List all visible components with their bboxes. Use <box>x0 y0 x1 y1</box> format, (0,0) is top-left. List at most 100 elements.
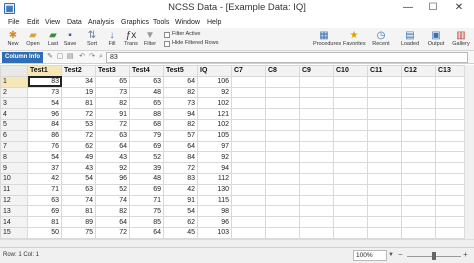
grid-cell[interactable]: 79 <box>129 129 164 142</box>
grid-cell[interactable] <box>231 151 266 164</box>
grid-cell[interactable]: 74 <box>61 194 96 207</box>
grid-cell[interactable] <box>299 205 334 218</box>
cell-value-input[interactable]: 83 <box>106 52 468 63</box>
grid-cell[interactable] <box>299 118 334 131</box>
grid-cell[interactable] <box>231 129 266 142</box>
grid-cell[interactable] <box>299 151 334 164</box>
grid-cell[interactable]: 42 <box>27 172 62 185</box>
grid-cell[interactable]: 92 <box>197 151 232 164</box>
loaded-button[interactable]: ▤ Loaded <box>399 29 421 50</box>
grid-cell[interactable] <box>231 75 266 88</box>
data-spreadsheet[interactable]: Test1 Test2 Test3 Test4 Test5 IQ C7 C8 C9 C10 C11 C… <box>0 65 474 239</box>
grid-cell[interactable] <box>265 216 300 228</box>
grid-cell[interactable] <box>367 86 402 99</box>
grid-cell[interactable]: 54 <box>61 172 96 185</box>
grid-cell[interactable] <box>401 151 436 164</box>
grid-cell[interactable]: 96 <box>197 216 232 228</box>
grid-cell[interactable]: 82 <box>163 118 198 131</box>
grid-cell[interactable] <box>401 205 436 218</box>
menu-help[interactable]: Help <box>207 17 221 28</box>
grid-cell[interactable]: 50 <box>27 226 62 239</box>
grid-cell[interactable] <box>401 172 436 185</box>
zoom-select[interactable]: 100% <box>353 250 387 261</box>
grid-cell[interactable]: 72 <box>163 162 198 174</box>
grid-cell[interactable] <box>231 108 266 120</box>
column-header[interactable]: C9 <box>299 65 334 77</box>
grid-cell[interactable] <box>231 140 266 153</box>
row-header[interactable]: 9 <box>0 162 28 174</box>
grid-cell[interactable] <box>367 151 402 164</box>
grid-cell[interactable] <box>265 172 300 185</box>
grid-cell[interactable]: 69 <box>129 183 164 196</box>
grid-cell[interactable] <box>231 216 266 228</box>
grid-cell[interactable]: 73 <box>163 97 198 110</box>
grid-cell[interactable]: 73 <box>95 86 130 99</box>
grid-cell[interactable]: 34 <box>61 75 96 88</box>
grid-cell[interactable] <box>333 75 368 88</box>
grid-cell[interactable]: 54 <box>27 151 62 164</box>
grid-cell[interactable]: 54 <box>27 97 62 110</box>
grid-cell[interactable] <box>265 151 300 164</box>
procedures-button[interactable]: ▦ Procedures <box>313 29 341 50</box>
grid-cell[interactable] <box>231 86 266 99</box>
grid-cell[interactable]: 48 <box>129 172 164 185</box>
grid-cell[interactable]: 45 <box>163 226 198 239</box>
grid-cell[interactable] <box>367 108 402 120</box>
grid-cell[interactable]: 81 <box>61 205 96 218</box>
grid-cell[interactable] <box>231 205 266 218</box>
grid-cell[interactable]: 42 <box>163 183 198 196</box>
grid-cell[interactable]: 75 <box>129 205 164 218</box>
redo-icon[interactable]: ↷ <box>88 53 96 61</box>
grid-cell[interactable] <box>333 140 368 153</box>
grid-cell[interactable]: 64 <box>163 75 198 88</box>
grid-cell[interactable] <box>299 216 334 228</box>
grid-cell[interactable] <box>299 183 334 196</box>
grid-cell[interactable]: 106 <box>197 75 232 88</box>
grid-cell[interactable] <box>231 226 266 239</box>
grid-cell[interactable]: 94 <box>197 162 232 174</box>
grid-cell[interactable]: 85 <box>129 216 164 228</box>
minimize-button[interactable]: — <box>397 1 419 15</box>
undo-icon[interactable]: ↶ <box>78 53 86 61</box>
grid-cell[interactable] <box>401 118 436 131</box>
grid-cell[interactable] <box>367 183 402 196</box>
grid-cell[interactable]: 92 <box>95 162 130 174</box>
column-info-button[interactable]: Column Info <box>2 52 43 63</box>
grid-cell[interactable]: 54 <box>163 205 198 218</box>
zoom-out-icon[interactable]: − <box>398 250 403 259</box>
grid-cell[interactable]: 39 <box>129 162 164 174</box>
grid-cell[interactable] <box>299 226 334 239</box>
grid-cell[interactable] <box>299 140 334 153</box>
grid-cell[interactable]: 83 <box>163 172 198 185</box>
column-header[interactable]: C10 <box>333 65 368 77</box>
grid-cell[interactable] <box>265 86 300 99</box>
grid-cell[interactable]: 102 <box>197 118 232 131</box>
grid-cell[interactable]: 82 <box>95 97 130 110</box>
row-header[interactable]: 5 <box>0 118 28 131</box>
grid-cell[interactable]: 63 <box>95 129 130 142</box>
grid-cell[interactable] <box>401 162 436 174</box>
menu-tools[interactable]: Tools <box>153 17 169 28</box>
grid-cell[interactable]: 75 <box>61 226 96 239</box>
grid-cell[interactable]: 82 <box>163 86 198 99</box>
grid-cell[interactable] <box>367 118 402 131</box>
chevron-down-icon[interactable]: ▼ <box>388 250 396 261</box>
grid-cell[interactable]: 64 <box>129 226 164 239</box>
grid-cell[interactable]: 43 <box>95 151 130 164</box>
grid-cell[interactable] <box>367 162 402 174</box>
grid-cell[interactable]: 52 <box>95 183 130 196</box>
row-header[interactable]: 7 <box>0 140 28 153</box>
find-icon[interactable]: ⌕ <box>97 53 105 61</box>
grid-cell[interactable]: 68 <box>129 118 164 131</box>
grid-cell[interactable]: 64 <box>95 140 130 153</box>
grid-cell[interactable]: 102 <box>197 97 232 110</box>
grid-cell[interactable] <box>367 129 402 142</box>
grid-cell[interactable]: 91 <box>163 194 198 207</box>
grid-cell[interactable] <box>231 183 266 196</box>
grid-cell[interactable] <box>367 75 402 88</box>
grid-cell[interactable]: 112 <box>197 172 232 185</box>
grid-cell[interactable]: 65 <box>129 97 164 110</box>
grid-cell[interactable] <box>367 140 402 153</box>
grid-cell[interactable]: 130 <box>197 183 232 196</box>
column-header[interactable]: C12 <box>401 65 436 77</box>
